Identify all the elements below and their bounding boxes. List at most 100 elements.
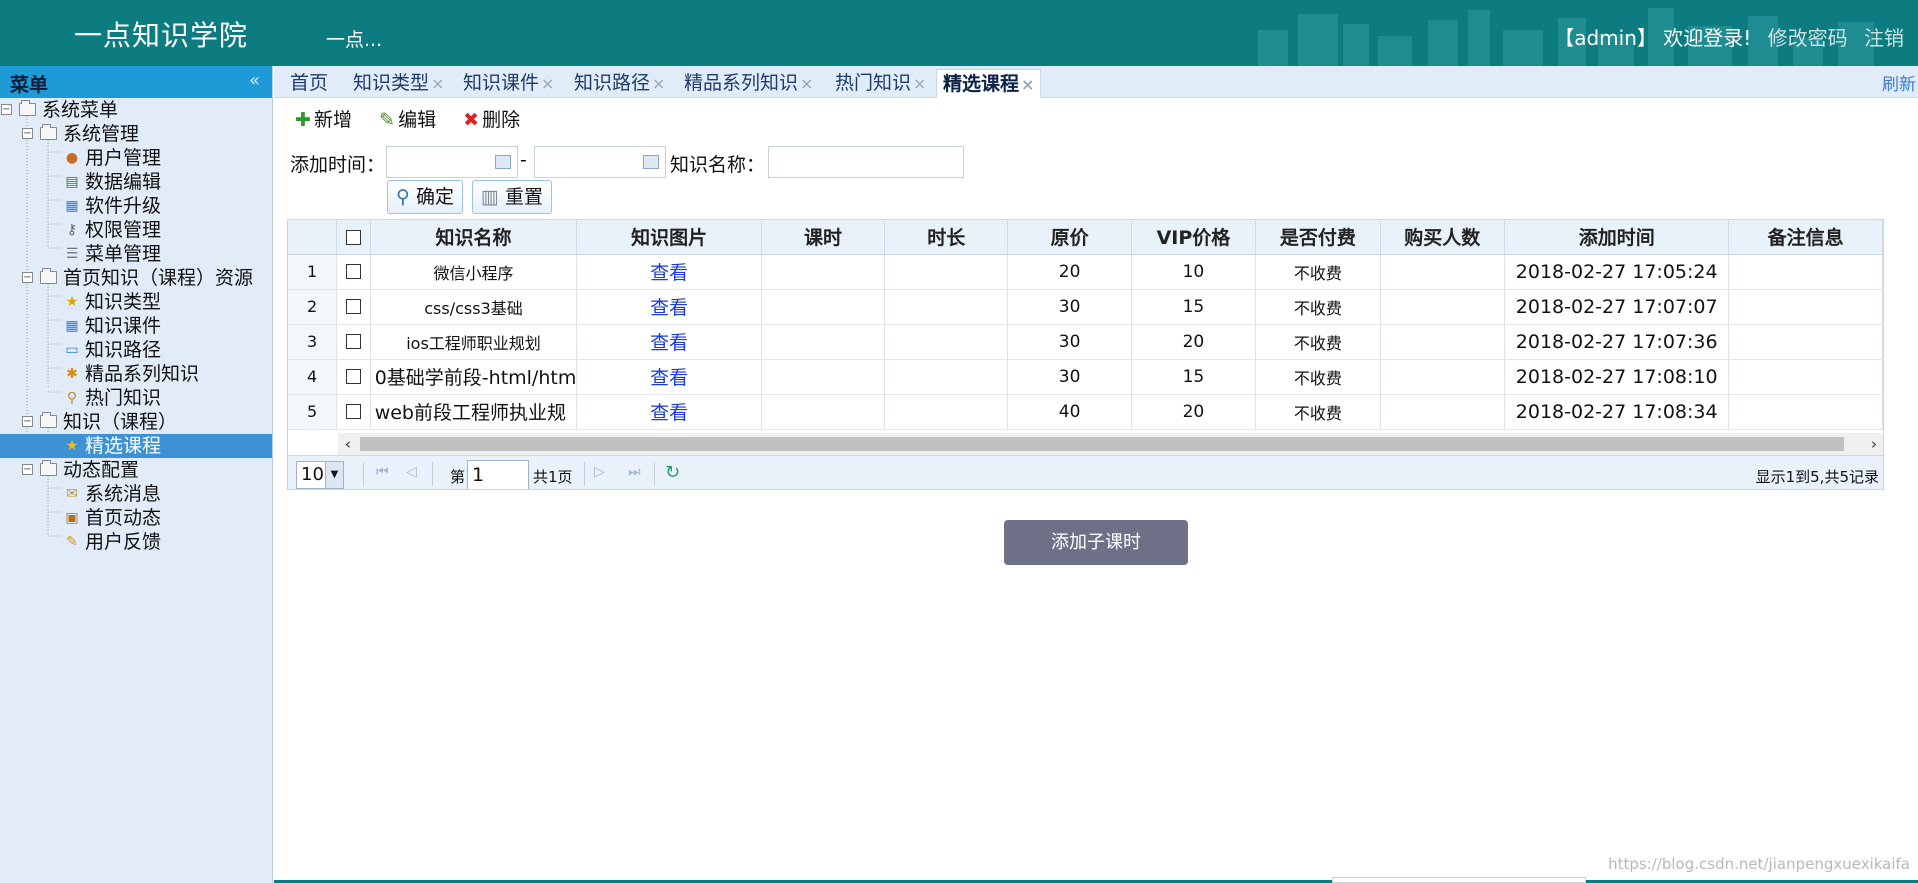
add-button[interactable]: ✚ 新增 xyxy=(292,106,352,134)
view-image-link[interactable]: 查看 xyxy=(650,402,688,424)
tree-node-knowledge-type[interactable]: ★ 知识类型 xyxy=(0,290,272,314)
tree-node-menu-management[interactable]: ☰ 菜单管理 xyxy=(0,242,272,266)
tree-node-permission[interactable]: ⚷ 权限管理 xyxy=(0,218,272,242)
row-checkbox[interactable] xyxy=(336,289,371,325)
tree-node-user-feedback[interactable]: ✎ 用户反馈 xyxy=(0,530,272,554)
tree-node-dynamic-config[interactable]: − 动态配置 xyxy=(0,458,272,482)
tree-node-system-management[interactable]: − 系统管理 xyxy=(0,122,272,146)
column-header[interactable]: 添加时间 xyxy=(1504,220,1730,255)
column-header[interactable]: 是否付费 xyxy=(1255,220,1381,255)
table-row[interactable]: 3 ios工程师职业规划 查看 30 20 不收费 2018-02-27 17:… xyxy=(288,324,1883,360)
tab-hot-knowledge[interactable]: 热门知识 × xyxy=(829,69,932,98)
start-date-field[interactable] xyxy=(386,146,518,178)
close-icon[interactable]: × xyxy=(541,74,554,93)
close-icon[interactable]: × xyxy=(913,74,926,93)
cell-hours xyxy=(761,324,886,360)
refresh-link[interactable]: 刷新 xyxy=(1882,70,1916,95)
close-icon[interactable]: × xyxy=(800,74,813,93)
end-date-field[interactable] xyxy=(534,146,666,178)
column-header[interactable]: 备注信息 xyxy=(1728,220,1883,255)
first-page-icon[interactable]: ⏮ xyxy=(376,464,389,480)
view-image-link[interactable]: 查看 xyxy=(650,367,688,389)
tree-node-featured-course[interactable]: ★ 精选课程 xyxy=(0,434,272,458)
collapse-toggle-icon[interactable]: − xyxy=(22,128,33,139)
knowledge-name-input[interactable] xyxy=(768,146,964,178)
cell-name: 微信小程序 xyxy=(370,254,578,290)
view-image-link[interactable]: 查看 xyxy=(650,262,688,284)
scroll-right-icon[interactable]: › xyxy=(1864,433,1883,455)
row-checkbox[interactable] xyxy=(336,359,371,395)
tab-featured-course[interactable]: 精选课程 × xyxy=(936,69,1042,98)
tab-knowledge-type[interactable]: 知识类型 × xyxy=(347,69,450,98)
feedback-icon: ✎ xyxy=(66,534,78,550)
column-header[interactable]: 购买人数 xyxy=(1380,220,1506,255)
close-icon[interactable]: × xyxy=(1021,75,1034,94)
row-checkbox[interactable] xyxy=(336,324,371,360)
close-icon[interactable]: × xyxy=(431,74,444,93)
cell-fee: 不收费 xyxy=(1255,289,1381,325)
confirm-button[interactable]: ⚲ 确定 xyxy=(387,180,463,214)
column-header[interactable]: 知识名称 xyxy=(370,220,578,255)
tree-node-system-message[interactable]: ✉ 系统消息 xyxy=(0,482,272,506)
cell-note xyxy=(1728,254,1883,290)
edit-button[interactable]: ✎ 编辑 xyxy=(376,106,436,134)
page-size-select[interactable]: 10 ▼ xyxy=(296,461,344,489)
scroll-left-icon[interactable]: ‹ xyxy=(338,433,358,455)
tree-node-user-management[interactable]: ● 用户管理 xyxy=(0,146,272,170)
tree-node-knowledge-path[interactable]: ▭ 知识路径 xyxy=(0,338,272,362)
table-row[interactable]: 5 web前段工程师执业规 查看 40 20 不收费 2018-02-27 17… xyxy=(288,394,1883,430)
column-header[interactable]: 原价 xyxy=(1007,220,1132,255)
row-checkbox[interactable] xyxy=(336,394,371,430)
calendar-icon[interactable] xyxy=(643,155,659,169)
tree-node-homepage-resources[interactable]: − 首页知识（课程）资源 xyxy=(0,266,272,290)
tab-knowledge-path[interactable]: 知识路径 × xyxy=(568,69,671,98)
close-icon[interactable]: × xyxy=(652,74,665,93)
tree-node-system-menu[interactable]: − 系统菜单 xyxy=(0,98,272,122)
tree-node-label: 系统菜单 xyxy=(42,99,119,121)
tree-node-homepage-news[interactable]: ▣ 首页动态 xyxy=(0,506,272,530)
collapse-toggle-icon[interactable]: − xyxy=(22,464,33,475)
row-checkbox[interactable] xyxy=(336,254,371,290)
logout-link[interactable]: 注销 xyxy=(1864,26,1904,50)
last-page-icon[interactable]: ⏭ xyxy=(628,464,641,480)
tab-label: 热门知识 xyxy=(835,72,912,94)
table-row[interactable]: 1 微信小程序 查看 20 10 不收费 2018-02-27 17:05:24 xyxy=(288,254,1883,290)
collapse-toggle-icon[interactable]: − xyxy=(1,104,12,115)
app-subtitle: 一点... xyxy=(326,29,383,51)
refresh-icon[interactable]: ↻ xyxy=(665,462,680,483)
tab-premium-series[interactable]: 精品系列知识 × xyxy=(678,69,819,98)
chevron-down-icon[interactable]: ▼ xyxy=(325,462,343,488)
collapse-toggle-icon[interactable]: − xyxy=(22,272,33,283)
add-time-label: 添加时间： xyxy=(290,154,386,176)
change-password-link[interactable]: 修改密码 xyxy=(1768,26,1848,50)
column-header[interactable]: 课时 xyxy=(761,220,886,255)
calendar-icon[interactable] xyxy=(495,155,511,169)
tree-node-software-upgrade[interactable]: ▦ 软件升级 xyxy=(0,194,272,218)
table-row[interactable]: 4 0基础学前段-html/htm 查看 30 15 不收费 2018-02-2… xyxy=(288,359,1883,395)
tree-node-hot-knowledge[interactable]: ⚲ 热门知识 xyxy=(0,386,272,410)
tab-knowledge-courseware[interactable]: 知识课件 × xyxy=(457,69,560,98)
next-page-icon[interactable]: ▷ xyxy=(594,464,605,480)
tree-node-knowledge-courseware[interactable]: ▦ 知识课件 xyxy=(0,314,272,338)
column-header[interactable]: 知识图片 xyxy=(576,220,762,255)
delete-button[interactable]: ✖ 删除 xyxy=(460,106,520,134)
tree-node-premium-series[interactable]: ✱ 精品系列知识 xyxy=(0,362,272,386)
reset-button[interactable]: ▥ 重置 xyxy=(472,180,553,214)
tab-home[interactable]: 首页 xyxy=(284,69,334,98)
table-row[interactable]: 2 css/css3基础 查看 30 15 不收费 2018-02-27 17:… xyxy=(288,289,1883,325)
horizontal-scrollbar[interactable]: ‹ › xyxy=(338,433,1883,455)
page-number-input[interactable]: 1 xyxy=(467,460,529,489)
tree-node-knowledge-course[interactable]: − 知识（课程） xyxy=(0,410,272,434)
scrollbar-thumb[interactable] xyxy=(360,437,1844,451)
add-sub-lesson-button[interactable]: 添加子课时 xyxy=(1004,520,1188,565)
select-all-checkbox[interactable] xyxy=(336,220,371,255)
delete-x-icon: ✖ xyxy=(463,109,480,131)
prev-page-icon[interactable]: ◁ xyxy=(406,464,417,480)
tree-node-data-edit[interactable]: ▤ 数据编辑 xyxy=(0,170,272,194)
view-image-link[interactable]: 查看 xyxy=(650,332,688,354)
view-image-link[interactable]: 查看 xyxy=(650,297,688,319)
column-header[interactable]: 时长 xyxy=(884,220,1009,255)
collapse-toggle-icon[interactable]: − xyxy=(22,416,33,427)
collapse-icon[interactable]: « xyxy=(249,70,260,91)
column-header[interactable]: VIP价格 xyxy=(1131,220,1257,255)
